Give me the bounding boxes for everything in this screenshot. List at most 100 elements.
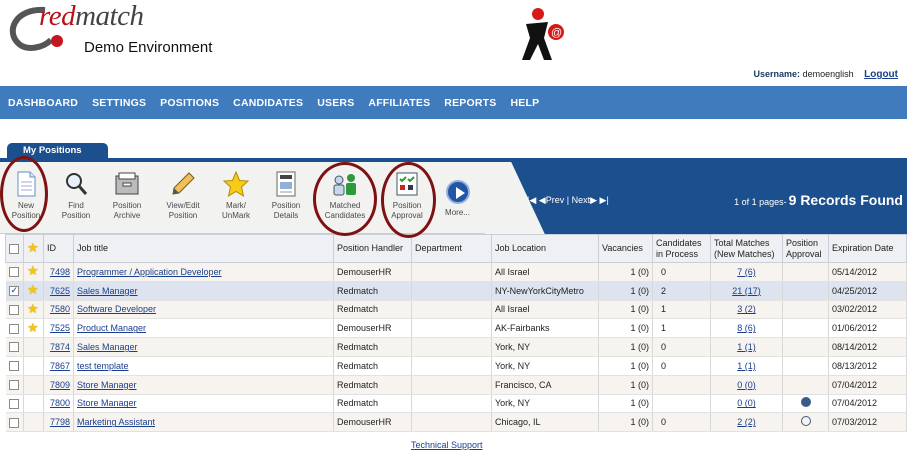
table-row[interactable]: 7867 test template Redmatch York, NY 1 (0) 0 1… [5,356,907,376]
nav-positions[interactable]: POSITIONS [160,97,219,109]
matched-candidates-button[interactable]: Matched Candidates [316,170,374,221]
total-matches-link[interactable]: 1 (1) [737,361,756,371]
col-expiration-date[interactable]: Expiration Date [828,234,907,263]
row-select-cell[interactable] [5,337,24,357]
row-approval-cell[interactable] [782,337,829,357]
job-title-link[interactable]: Programmer / Application Developer [77,267,222,277]
table-row[interactable]: 7809 Store Manager Redmatch Francisco, CA 1 … [5,375,907,395]
position-id-link[interactable]: 7525 [50,323,70,333]
row-title-cell[interactable]: Sales Manager [73,281,334,301]
table-row[interactable]: ★ 7525 Product Manager DemouserHR AK-Fairban… [5,318,907,339]
row-title-cell[interactable]: Store Manager [73,375,334,395]
row-checkbox[interactable] [8,417,19,428]
row-id-cell[interactable]: 7580 [43,300,74,320]
row-star-cell[interactable] [23,375,44,395]
table-row[interactable]: 7800 Store Manager Redmatch York, NY 1 (0) 0 … [5,394,907,414]
row-star-cell[interactable] [23,394,44,414]
row-id-cell[interactable]: 7498 [43,262,74,282]
col-position-approval[interactable]: Position Approval [782,234,829,263]
prev-page-link[interactable]: ◀Prev [539,195,564,205]
row-approval-cell[interactable] [782,318,829,339]
position-id-link[interactable]: 7867 [50,361,70,371]
row-matches-cell[interactable]: 0 (0) [710,375,783,395]
row-checkbox[interactable] [8,379,19,390]
total-matches-link[interactable]: 0 (0) [737,380,756,390]
row-approval-cell[interactable] [782,412,829,433]
star-icon[interactable]: ★ [27,320,39,335]
tab-my-positions[interactable]: My Positions [7,143,108,159]
job-title-link[interactable]: Sales Manager [77,286,138,296]
row-id-cell[interactable]: 7800 [43,394,74,414]
first-page-icon[interactable]: |◀ [527,195,536,205]
position-id-link[interactable]: 7874 [50,342,70,352]
nav-reports[interactable]: REPORTS [444,97,496,109]
position-approval-button[interactable]: Position Approval [378,170,436,221]
row-id-cell[interactable]: 7625 [43,281,74,301]
row-matches-cell[interactable]: 1 (1) [710,356,783,376]
job-title-link[interactable]: Product Manager [77,323,146,333]
col-position-handler[interactable]: Position Handler [333,234,412,263]
total-matches-link[interactable]: 8 (6) [737,323,756,333]
position-details-button[interactable]: Position Details [257,170,315,221]
row-approval-cell[interactable] [782,262,829,282]
row-id-cell[interactable]: 7874 [43,337,74,357]
col-job-location[interactable]: Job Location [491,234,599,263]
logout-link[interactable]: Logout [864,69,898,80]
row-checkbox[interactable] [8,323,19,334]
select-all-header[interactable] [5,234,24,263]
row-id-cell[interactable]: 7867 [43,356,74,376]
nav-users[interactable]: USERS [317,97,354,109]
view-edit-position-button[interactable]: View/Edit Position [154,170,212,221]
total-matches-link[interactable]: 1 (1) [737,342,756,352]
row-matches-cell[interactable]: 21 (17) [710,281,783,301]
row-title-cell[interactable]: Store Manager [73,394,334,414]
row-checkbox[interactable] [8,285,19,296]
position-id-link[interactable]: 7580 [50,304,70,314]
row-matches-cell[interactable]: 7 (6) [710,262,783,282]
row-star-cell[interactable] [23,337,44,357]
row-star-cell[interactable]: ★ [23,281,44,301]
nav-dashboard[interactable]: DASHBOARD [8,97,78,109]
nav-settings[interactable]: SETTINGS [92,97,146,109]
nav-help[interactable]: HELP [510,97,539,109]
total-matches-link[interactable]: 3 (2) [737,304,756,314]
row-star-cell[interactable] [23,412,44,433]
approved-icon[interactable] [800,397,811,408]
find-position-button[interactable]: Find Position [47,170,105,221]
row-select-cell[interactable] [5,394,24,414]
job-title-link[interactable]: Marketing Assistant [77,417,155,427]
select-all-checkbox[interactable] [9,243,19,254]
row-star-cell[interactable] [23,356,44,376]
job-title-link[interactable]: Store Manager [77,398,137,408]
col-department[interactable]: Department [411,234,492,263]
position-id-link[interactable]: 7809 [50,380,70,390]
row-checkbox[interactable] [8,342,19,353]
col-candidates-in-process[interactable]: Candidates in Process [652,234,711,263]
position-id-link[interactable]: 7798 [50,417,70,427]
row-select-cell[interactable] [5,412,24,433]
row-checkbox[interactable] [8,361,19,372]
job-title-link[interactable]: Store Manager [77,380,137,390]
position-archive-button[interactable]: Position Archive [98,170,156,221]
row-title-cell[interactable]: test template [73,356,334,376]
col-total-matches[interactable]: Total Matches (New Matches) [710,234,783,263]
nav-candidates[interactable]: CANDIDATES [233,97,303,109]
row-matches-cell[interactable]: 2 (2) [710,412,783,433]
table-row[interactable]: 7798 Marketing Assistant DemouserHR Chicago… [5,412,907,433]
col-job-title[interactable]: Job title [73,234,334,263]
row-checkbox[interactable] [8,267,19,278]
position-id-link[interactable]: 7800 [50,398,70,408]
row-title-cell[interactable]: Product Manager [73,318,334,339]
redmatch-logo[interactable]: redmatch Demo Environment [5,0,235,60]
approval-pending-icon[interactable] [800,416,811,427]
total-matches-link[interactable]: 21 (17) [732,286,761,296]
job-title-link[interactable]: test template [77,361,129,371]
star-icon[interactable]: ★ [27,301,39,316]
position-id-link[interactable]: 7498 [50,267,70,277]
table-row[interactable]: 7874 Sales Manager Redmatch York, NY 1 (0) 0 1… [5,337,907,357]
row-select-cell[interactable] [5,300,24,320]
job-title-link[interactable]: Software Developer [77,304,156,314]
row-checkbox[interactable] [8,304,19,315]
row-star-cell[interactable]: ★ [23,262,44,282]
row-select-cell[interactable] [5,281,24,301]
